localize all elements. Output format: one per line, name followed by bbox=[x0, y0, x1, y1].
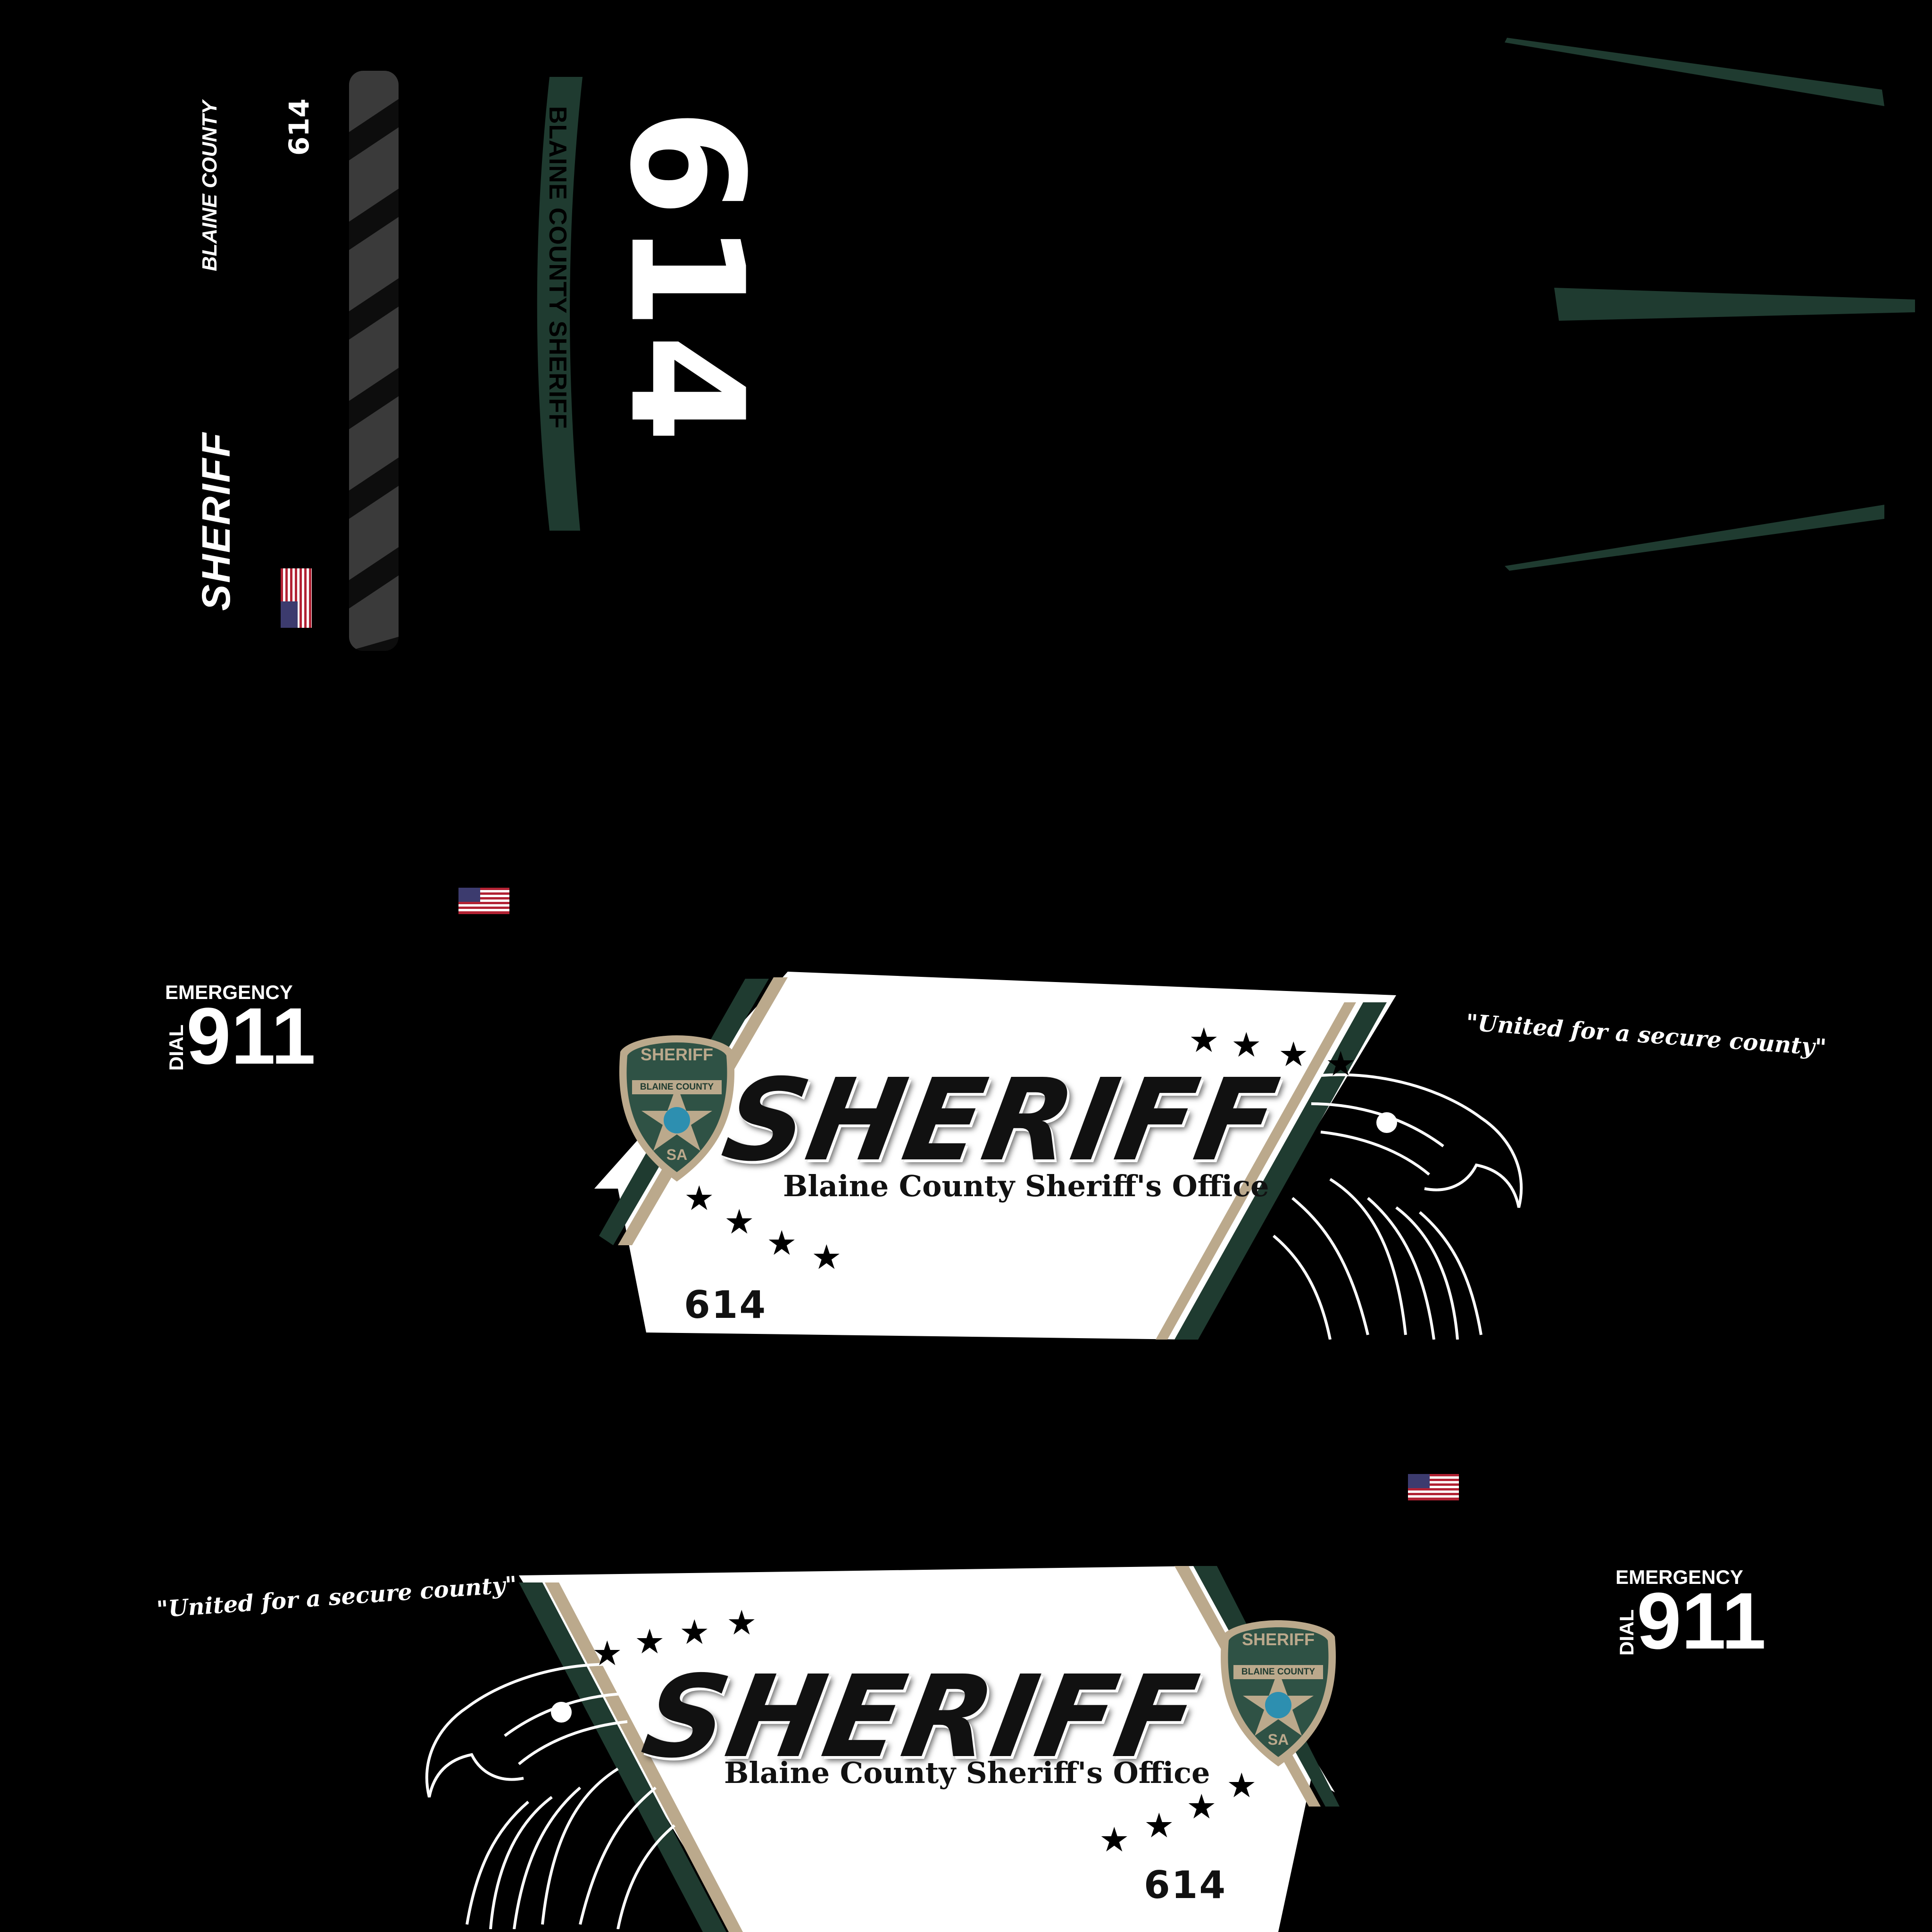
eagle-head-icon bbox=[425, 1663, 675, 1929]
star-icon: ★ bbox=[1226, 1767, 1257, 1805]
star-icon: ★ bbox=[726, 1604, 757, 1642]
livery-texture-canvas: BLAINE COUNTY SHERIFF 614 BLAINE COUNTY … bbox=[0, 0, 1932, 1932]
unit-number: 614 bbox=[684, 1283, 767, 1327]
star-icon: ★ bbox=[724, 1203, 755, 1241]
us-flag-icon bbox=[458, 888, 509, 914]
us-flag-icon bbox=[281, 568, 312, 628]
star-icon: ★ bbox=[1186, 1788, 1217, 1826]
badge-ribbon-text: BLAINE COUNTY bbox=[1241, 1667, 1316, 1677]
slogan-text: "United for a secure county" bbox=[156, 1571, 518, 1623]
star-icon: ★ bbox=[1325, 1045, 1356, 1083]
us-flag-icon bbox=[1408, 1474, 1459, 1500]
star-icon: ★ bbox=[766, 1224, 797, 1262]
roof-number-small: 614 bbox=[283, 98, 315, 156]
star-icon: ★ bbox=[1144, 1807, 1174, 1845]
badge-bottom-text: SA bbox=[1267, 1731, 1289, 1748]
badge-top-text: SHERIFF bbox=[640, 1045, 713, 1064]
star-icon: ★ bbox=[811, 1239, 842, 1276]
star-icon: ★ bbox=[634, 1623, 665, 1661]
star-icon: ★ bbox=[1189, 1022, 1219, 1059]
sheriff-title: SHERIFF bbox=[714, 1054, 1289, 1186]
office-subtitle: Blaine County Sheriff's Office bbox=[724, 1756, 1210, 1790]
star-icon: ★ bbox=[592, 1635, 623, 1673]
phone-911: 911 bbox=[186, 991, 316, 1081]
star-icon: ★ bbox=[679, 1614, 710, 1651]
dial-label: DIAL bbox=[165, 1024, 187, 1071]
roof-blaine-county-text: BLAINE COUNTY bbox=[198, 100, 221, 271]
hood-arc-text: BLAINE COUNTY SHERIFF bbox=[544, 106, 571, 429]
eagle-head-icon bbox=[1273, 1073, 1523, 1340]
lightbar-chevron-strip bbox=[349, 71, 399, 651]
slogan-text: "United for a secure county" bbox=[1465, 1009, 1827, 1061]
star-icon: ★ bbox=[684, 1180, 715, 1217]
dial-label: DIAL bbox=[1616, 1609, 1638, 1656]
green-accent-stripes bbox=[1505, 38, 1915, 571]
badge-top-text: SHERIFF bbox=[1241, 1630, 1315, 1649]
star-icon: ★ bbox=[1231, 1026, 1262, 1064]
hood-number-big: 614 bbox=[596, 108, 777, 448]
badge-bottom-text: SA bbox=[666, 1146, 688, 1163]
badge-ribbon-text: BLAINE COUNTY bbox=[640, 1082, 714, 1092]
star-icon: ★ bbox=[1278, 1036, 1309, 1074]
phone-911: 911 bbox=[1637, 1576, 1766, 1666]
star-icon: ★ bbox=[1099, 1821, 1130, 1859]
roof-sheriff-text: SHERIFF bbox=[194, 431, 238, 611]
unit-number: 614 bbox=[1144, 1863, 1227, 1907]
office-subtitle: Blaine County Sheriff's Office bbox=[783, 1169, 1269, 1203]
